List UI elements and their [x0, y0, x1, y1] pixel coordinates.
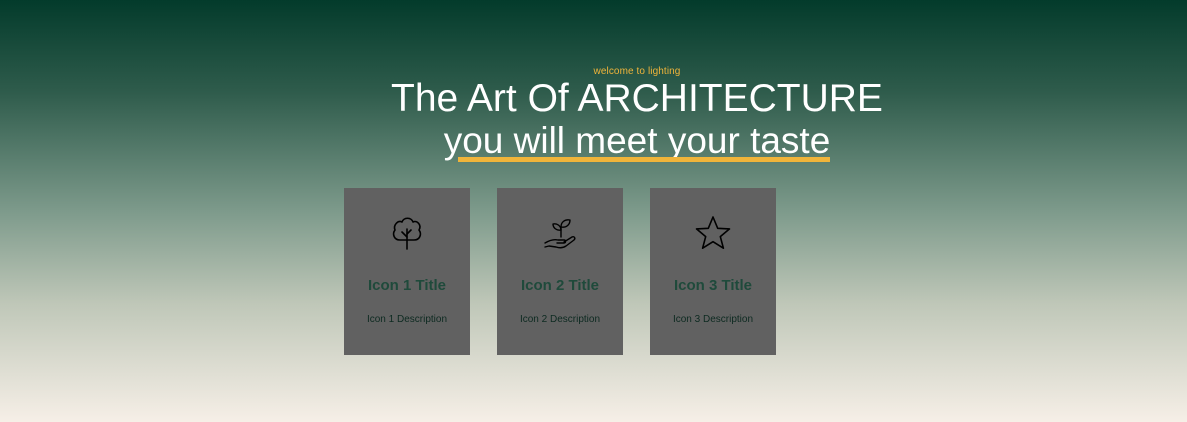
- feature-card-1[interactable]: Icon 1 Title Icon 1 Description: [344, 188, 470, 355]
- eyebrow-text: welcome to lighting: [593, 66, 681, 77]
- feature-cards: Icon 1 Title Icon 1 Description Icon 2 T…: [344, 188, 776, 355]
- tree-icon: [344, 213, 470, 253]
- feature-card-2[interactable]: Icon 2 Title Icon 2 Description: [497, 188, 623, 355]
- card-description: Icon 2 Description: [519, 314, 601, 325]
- card-description: Icon 3 Description: [672, 314, 754, 325]
- feature-card-3[interactable]: Icon 3 Title Icon 3 Description: [650, 188, 776, 355]
- card-description: Icon 1 Description: [366, 314, 448, 325]
- card-title: Icon 3 Title: [673, 277, 753, 294]
- star-icon: [650, 213, 776, 253]
- hero-headline: The Art Of ARCHITECTURE: [391, 77, 883, 120]
- card-title: Icon 1 Title: [367, 277, 447, 294]
- card-title: Icon 2 Title: [520, 277, 600, 294]
- hero-subline: you will meet your taste: [443, 120, 831, 162]
- plant-in-hand-icon: [497, 213, 623, 253]
- hero-subline-wrap: you will meet your taste: [0, 120, 1187, 162]
- hero-section: welcome to lighting The Art Of ARCHITECT…: [0, 0, 1187, 422]
